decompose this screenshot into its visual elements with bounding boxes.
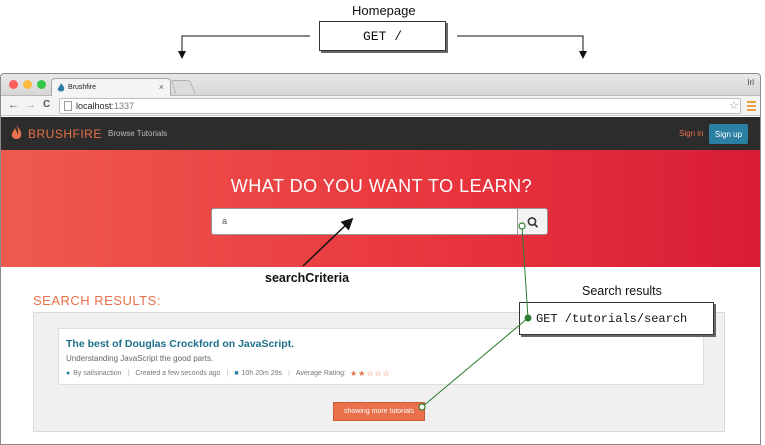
hero-title: WHAT DO YOU WANT TO LEARN? — [230, 176, 533, 196]
user-icon: ● — [66, 370, 71, 377]
search-request-text: GET /tutorials/search — [536, 311, 688, 326]
video-icon: ■ — [234, 370, 239, 377]
minimize-window-button[interactable] — [23, 80, 32, 89]
sign-up-button[interactable]: Sign up — [709, 124, 748, 144]
brand-name[interactable]: BRUSHFIRE — [28, 127, 102, 141]
tutorial-duration: 10h 20m 29s — [241, 370, 283, 377]
close-window-button[interactable] — [9, 80, 18, 89]
tutorial-meta: ● By sailsinaction | Created a few secon… — [66, 369, 391, 378]
search-button[interactable] — [517, 208, 548, 235]
zoom-window-button[interactable] — [37, 80, 46, 89]
meta-separator: | — [288, 370, 290, 377]
diagram-stage: Homepage GET / Brushfire × Irl ← → C loc… — [0, 0, 765, 445]
hero-banner: WHAT DO YOU WANT TO LEARN? a — [1, 150, 760, 267]
profile-badge[interactable]: Irl — [747, 78, 754, 87]
url-port: :1337 — [111, 101, 135, 111]
search-results-heading: SEARCH RESULTS: — [33, 293, 161, 308]
tab-close-icon[interactable]: × — [159, 82, 164, 92]
address-bar[interactable]: localhost:1337 — [59, 98, 741, 114]
back-icon[interactable]: ← — [8, 99, 19, 111]
rating-label: Average Rating: — [295, 370, 346, 377]
homepage-arrow-right — [457, 35, 587, 59]
menu-icon[interactable] — [747, 101, 756, 113]
forward-icon[interactable]: → — [25, 99, 36, 111]
search-input[interactable]: a — [211, 208, 518, 235]
browser-toolbar: ← → C localhost:1337 ☆ — [1, 96, 760, 116]
tutorial-description: Understanding JavaScript the good parts. — [66, 354, 214, 363]
search-criteria-label: searchCriteria — [265, 271, 350, 285]
browser-titlebar: Brushfire × Irl — [1, 74, 760, 96]
bookmark-star-icon[interactable]: ☆ — [729, 99, 739, 112]
tutorial-created: Created a few seconds ago — [135, 370, 221, 377]
new-tab-button[interactable] — [170, 80, 196, 94]
tutorial-title-link[interactable]: The best of Douglas Crockford on JavaScr… — [66, 338, 294, 350]
brushfire-flame-icon[interactable] — [11, 125, 22, 141]
browser-tab[interactable]: Brushfire × — [51, 78, 171, 96]
tab-title: Brushfire — [68, 84, 97, 91]
meta-separator: | — [127, 370, 130, 377]
page-icon — [64, 101, 72, 111]
meta-separator: | — [226, 370, 229, 377]
search-results-label: Search results — [582, 284, 662, 298]
nav-sign-in-link[interactable]: Sign in — [679, 129, 703, 138]
app-navbar: BRUSHFIRE Browse Tutorials Sign in Sign … — [1, 117, 760, 150]
browser-window: Brushfire × Irl ← → C localhost:1337 ☆ B… — [0, 73, 761, 445]
search-icon — [527, 217, 538, 228]
star-icon: ★★☆☆☆ — [350, 369, 391, 378]
tutorial-card: The best of Douglas Crockford on JavaScr… — [58, 328, 704, 385]
url-host: localhost — [76, 101, 112, 111]
homepage-label: Homepage — [352, 3, 416, 18]
tutorial-author-link[interactable]: By sailsinaction — [73, 370, 121, 377]
reload-icon[interactable]: C — [43, 99, 50, 110]
homepage-request-box: GET / — [319, 21, 446, 51]
show-more-tutorials-button[interactable]: showing more tutorials — [333, 402, 425, 421]
homepage-arrow-left — [178, 35, 310, 59]
brushfire-flame-icon — [57, 83, 65, 92]
nav-browse-tutorials[interactable]: Browse Tutorials — [108, 129, 167, 138]
search-request-box: GET /tutorials/search — [519, 302, 714, 335]
